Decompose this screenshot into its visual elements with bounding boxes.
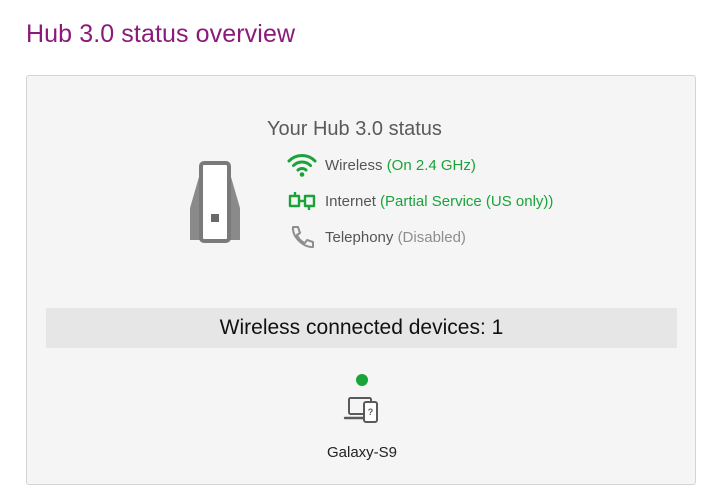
telephony-label: Telephony xyxy=(325,228,394,246)
internet-label: Internet xyxy=(325,192,376,210)
telephony-status: (Disabled) xyxy=(397,228,466,246)
svg-text:?: ? xyxy=(368,407,374,417)
status-title: Your Hub 3.0 status xyxy=(267,118,442,140)
internet-plug-icon xyxy=(287,188,317,214)
status-row-internet: Internet (Partial Service (US only)) xyxy=(287,188,553,214)
internet-status: (Partial Service (US only)) xyxy=(380,192,554,210)
device-item[interactable]: ? Galaxy-S9 xyxy=(312,374,412,461)
status-panel: Your Hub 3.0 status Wireless (On 2.4 GHz… xyxy=(26,75,696,485)
wireless-label: Wireless xyxy=(325,156,383,174)
wifi-icon xyxy=(287,152,317,178)
status-row-telephony: Telephony (Disabled) xyxy=(287,224,466,250)
device-name: Galaxy-S9 xyxy=(326,444,398,461)
device-icon: ? xyxy=(343,397,378,423)
page-title: Hub 3.0 status overview xyxy=(26,20,296,48)
wireless-status: (On 2.4 GHz) xyxy=(386,156,476,174)
wireless-devices-header: Wireless connected devices: 1 xyxy=(46,308,677,348)
phone-icon xyxy=(287,224,317,250)
connection-status-dot xyxy=(356,374,368,386)
hub-device-icon xyxy=(190,161,240,243)
status-row-wireless: Wireless (On 2.4 GHz) xyxy=(287,152,476,178)
